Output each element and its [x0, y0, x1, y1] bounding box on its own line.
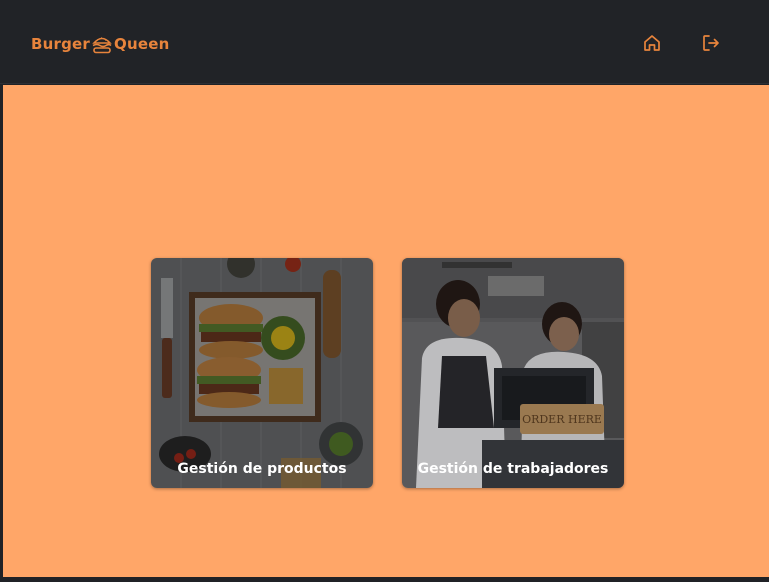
- logout-button[interactable]: [700, 32, 722, 54]
- home-button[interactable]: [641, 32, 663, 54]
- top-navbar: Burger Queen: [0, 0, 769, 84]
- logout-icon: [703, 35, 719, 51]
- brand-logo[interactable]: Burger Queen: [31, 32, 170, 56]
- brand-name-left: Burger: [31, 35, 91, 53]
- cashiers-photo: ORDER HERE: [402, 258, 624, 488]
- products-management-card[interactable]: Gestión de productos: [151, 258, 373, 488]
- burger-icon: [92, 37, 112, 54]
- home-icon: [644, 35, 660, 51]
- main-content: Gestión de productos ORDER HERE Gestión …: [3, 85, 769, 577]
- products-card-label: Gestión de productos: [177, 461, 347, 477]
- brand-name-right: Queen: [114, 35, 170, 53]
- workers-management-card[interactable]: ORDER HERE Gestión de trabajadores: [402, 258, 624, 488]
- burger-platter-photo: [151, 258, 373, 488]
- workers-card-label: Gestión de trabajadores: [417, 461, 609, 477]
